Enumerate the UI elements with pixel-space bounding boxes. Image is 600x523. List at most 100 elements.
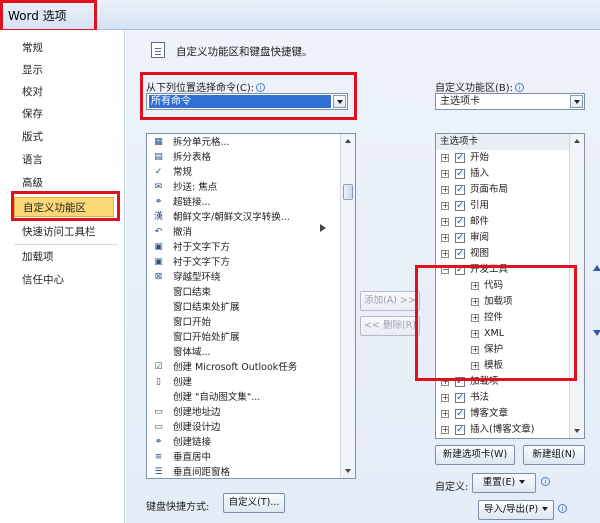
command-item[interactable]: 窗口结束 <box>147 285 341 300</box>
expand-icon[interactable]: + <box>441 250 449 258</box>
expand-icon[interactable]: + <box>441 186 449 194</box>
nav-item[interactable]: 加载项 <box>22 247 54 267</box>
reset-dropdown-button[interactable]: 重置(E) <box>472 473 536 493</box>
command-item[interactable]: ▣ 衬于文字下方 <box>147 240 341 255</box>
tree-item[interactable]: + 代码 <box>436 278 571 294</box>
nav-item[interactable]: 版式 <box>22 127 43 147</box>
nav-item[interactable]: 保存 <box>22 104 43 124</box>
move-down-icon[interactable] <box>592 328 600 340</box>
move-up-icon[interactable] <box>592 263 600 275</box>
tab-checkbox[interactable]: ✓ <box>455 169 465 179</box>
command-item[interactable]: 窗体域... <box>147 345 341 360</box>
command-item[interactable]: ⚭ 超链接... <box>147 195 341 210</box>
command-item[interactable]: ▭ 创建设计边 <box>147 420 341 435</box>
tree-item[interactable]: + ✓ 开始 <box>436 150 571 166</box>
tab-checkbox[interactable]: ✓ <box>455 185 465 195</box>
tab-checkbox[interactable]: ✓ <box>455 425 465 435</box>
command-item[interactable]: ▤ 拆分表格 <box>147 150 341 165</box>
command-item[interactable]: ☰ 垂直间距窗格 <box>147 465 341 478</box>
chevron-down-icon[interactable] <box>570 95 583 108</box>
nav-item[interactable]: 自定义功能区 <box>14 197 114 217</box>
command-item[interactable]: ✉ 抄送: 焦点 <box>147 180 341 195</box>
tree-item[interactable]: + ✓ 博客文章 <box>436 406 571 422</box>
tree-item[interactable]: + XML <box>436 326 571 342</box>
command-item[interactable]: ▣ 衬于文字下方 <box>147 255 341 270</box>
ribbon-tree[interactable]: 主选项卡 + ✓ 开始 + ✓ 插入 + ✓ 页面布局 + ✓ 引用 + ✓ 邮件 + ✓ 审阅 + ✓ 视图 − ✓ 开发工… <box>435 133 585 439</box>
command-item[interactable]: ⊠ 穿越型环绕 <box>147 270 341 285</box>
tree-item[interactable]: + ✓ 插入 <box>436 166 571 182</box>
expand-icon[interactable]: + <box>441 218 449 226</box>
tree-item[interactable]: + 模板 <box>436 358 571 374</box>
expand-icon[interactable]: + <box>441 410 449 418</box>
nav-item[interactable]: 信任中心 <box>22 270 64 290</box>
tab-checkbox[interactable]: ✓ <box>455 409 465 419</box>
scroll-thumb[interactable] <box>343 184 353 200</box>
tree-item[interactable]: + ✓ 引用 <box>436 198 571 214</box>
command-item[interactable]: 窗口开始处扩展 <box>147 330 341 345</box>
command-item[interactable]: ▭ 创建地址边 <box>147 405 341 420</box>
new-tab-button[interactable]: 新建选项卡(W) <box>435 445 515 465</box>
expand-icon[interactable]: + <box>471 362 479 370</box>
tree-item[interactable]: + ✓ 加载项 <box>436 374 571 390</box>
expand-icon[interactable]: + <box>471 330 479 338</box>
nav-item[interactable]: 高级 <box>22 173 43 193</box>
expand-icon[interactable]: + <box>471 346 479 354</box>
expand-icon[interactable]: + <box>471 298 479 306</box>
tab-checkbox[interactable]: ✓ <box>455 249 465 259</box>
nav-item[interactable]: 校对 <box>22 82 43 102</box>
command-item[interactable]: ☑ 创建 Microsoft Outlook任务 <box>147 360 341 375</box>
nav-item[interactable]: 快速访问工具栏 <box>22 222 96 242</box>
command-item[interactable]: ▯ 创建 <box>147 375 341 390</box>
nav-item[interactable]: 显示 <box>22 60 43 80</box>
expand-icon[interactable]: + <box>441 170 449 178</box>
nav-item[interactable]: 常规 <box>22 38 43 58</box>
command-item[interactable]: 漢朝鲜文字/朝鲜文汉字转换... <box>147 210 341 225</box>
ribbon-tabs-dropdown[interactable]: 主选项卡 <box>435 93 585 110</box>
tree-item[interactable]: + 加载项 <box>436 294 571 310</box>
commands-scrollbar[interactable] <box>340 134 355 478</box>
command-item[interactable]: ↶ 撤消 <box>147 225 341 240</box>
choose-commands-dropdown[interactable]: 所有命令 <box>146 93 348 110</box>
chevron-down-icon[interactable] <box>333 95 346 108</box>
expand-icon[interactable]: + <box>441 394 449 402</box>
customize-shortcuts-button[interactable]: 自定义(T)... <box>223 493 285 513</box>
tree-item[interactable]: + ✓ 书法 <box>436 390 571 406</box>
tree-item[interactable]: + ✓ 邮件 <box>436 214 571 230</box>
tree-scrollbar[interactable] <box>569 134 584 438</box>
tree-item[interactable]: + 保护 <box>436 342 571 358</box>
tab-checkbox[interactable]: ✓ <box>455 233 465 243</box>
expand-icon[interactable]: + <box>441 378 449 386</box>
tree-item[interactable]: + 控件 <box>436 310 571 326</box>
tab-checkbox[interactable]: ✓ <box>455 265 465 275</box>
scroll-up-icon[interactable] <box>570 134 584 148</box>
tab-checkbox[interactable]: ✓ <box>455 153 465 163</box>
nav-item[interactable]: 语言 <box>22 150 43 170</box>
expand-icon[interactable]: + <box>441 426 449 434</box>
tab-checkbox[interactable]: ✓ <box>455 201 465 211</box>
command-item[interactable]: 窗口开始 <box>147 315 341 330</box>
add-button[interactable]: 添加(A) >> <box>360 291 420 311</box>
tab-checkbox[interactable]: ✓ <box>455 393 465 403</box>
remove-button[interactable]: << 删除(R) <box>360 316 420 336</box>
import-export-button[interactable]: 导入/导出(P) <box>478 500 554 520</box>
scroll-down-icon[interactable] <box>341 464 355 478</box>
expand-icon[interactable]: + <box>471 314 479 322</box>
collapse-icon[interactable]: − <box>441 266 449 274</box>
tree-item[interactable]: + ✓ 页面布局 <box>436 182 571 198</box>
tree-item[interactable]: + ✓ 插入(博客文章) <box>436 422 571 438</box>
scroll-up-icon[interactable] <box>341 134 355 148</box>
command-item[interactable]: ≡ 垂直居中 <box>147 450 341 465</box>
tree-item[interactable]: + ✓ 视图 <box>436 246 571 262</box>
expand-icon[interactable]: + <box>441 202 449 210</box>
tree-item[interactable]: + ✓ 审阅 <box>436 230 571 246</box>
tab-checkbox[interactable]: ✓ <box>455 217 465 227</box>
command-item[interactable]: ✓ 常规 <box>147 165 341 180</box>
new-group-button[interactable]: 新建组(N) <box>523 445 585 465</box>
expand-icon[interactable]: + <box>471 282 479 290</box>
command-item[interactable]: 创建 "自动图文集"... <box>147 390 341 405</box>
tab-checkbox[interactable]: ✓ <box>455 377 465 387</box>
commands-list[interactable]: ▦ 拆分单元格... ▤ 拆分表格 ✓ 常规 ✉ 抄送: 焦点 ⚭ 超链接... 漢朝鲜文字/朝鲜文… <box>146 133 356 479</box>
scroll-down-icon[interactable] <box>570 424 584 438</box>
tree-item[interactable]: − ✓ 开发工具 <box>436 262 571 278</box>
command-item[interactable]: 窗口结束处扩展 <box>147 300 341 315</box>
